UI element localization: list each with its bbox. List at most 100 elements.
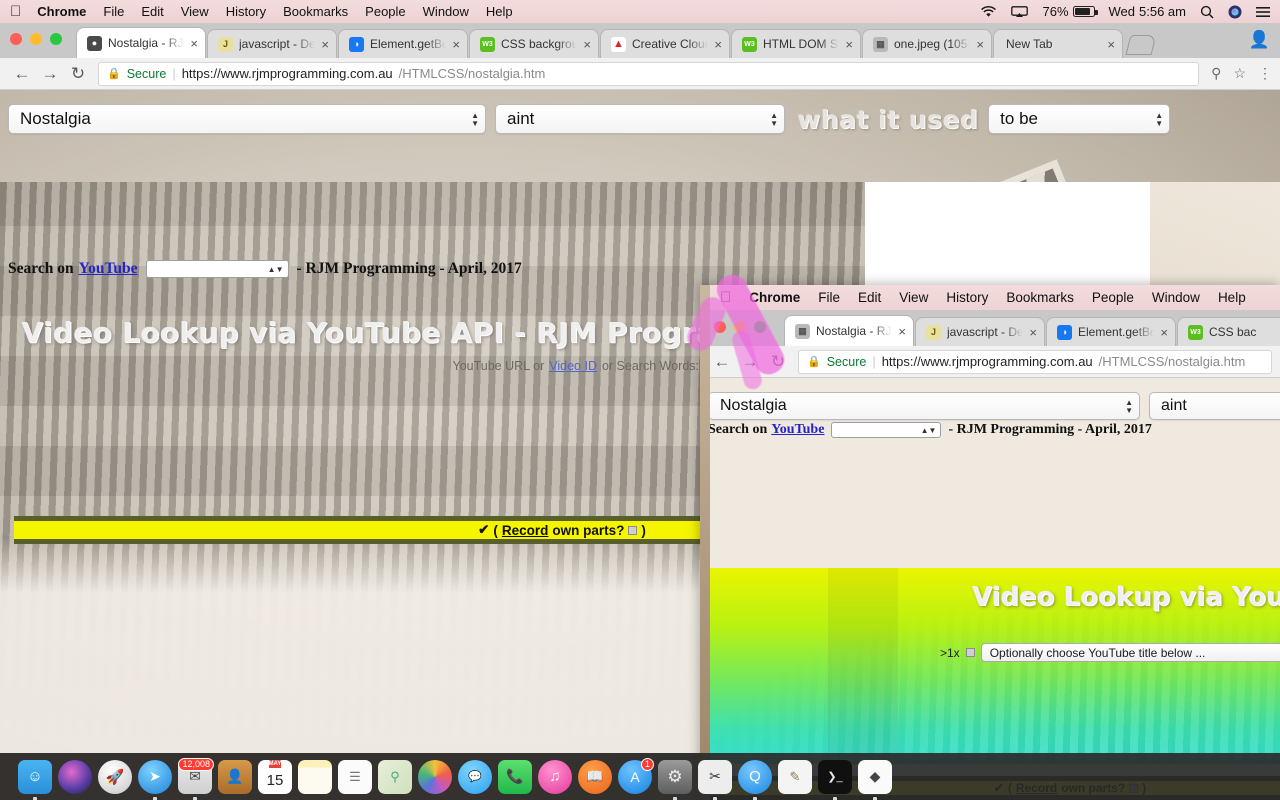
xquartz-icon[interactable]: ✂ xyxy=(698,759,732,800)
close-tab-icon[interactable]: × xyxy=(1107,37,1115,52)
zoom-magnifier-icon[interactable]: ⚲ xyxy=(1211,65,1221,82)
browser-tab[interactable]: New Tab × xyxy=(993,29,1123,58)
maximize-window-button[interactable] xyxy=(50,33,62,45)
safari-icon[interactable]: ➤ xyxy=(138,759,172,800)
close-tab-icon[interactable]: × xyxy=(190,36,198,51)
inner-menubar-item-people[interactable]: People xyxy=(1092,290,1134,305)
close-tab-icon[interactable]: × xyxy=(845,37,853,52)
messages-icon[interactable]: 💬 xyxy=(458,759,492,794)
aint-select[interactable]: aint xyxy=(1149,392,1280,420)
mail-icon[interactable]: ✉ 12,008 xyxy=(178,757,214,800)
close-tab-icon[interactable]: × xyxy=(583,37,591,52)
menubar-item-history[interactable]: History xyxy=(226,4,266,19)
inner-menubar-item-bookmarks[interactable]: Bookmarks xyxy=(1006,290,1074,305)
close-window-button[interactable] xyxy=(714,321,726,333)
inner-menubar-item-file[interactable]: File xyxy=(818,290,840,305)
menubar-item-bookmarks[interactable]: Bookmarks xyxy=(283,4,348,19)
menubar-item-window[interactable]: Window xyxy=(423,4,469,19)
ibooks-icon[interactable]: 📖 xyxy=(578,759,612,794)
browser-tab[interactable]: ◑ Element.getBou × xyxy=(1046,317,1176,346)
reminders-icon[interactable]: ☰ xyxy=(338,759,372,794)
browser-tab[interactable]: ▦ one.jpeg (105× × xyxy=(862,29,992,58)
profile-avatar-icon[interactable]: 👤 xyxy=(1249,30,1270,50)
reload-icon[interactable]: ↻ xyxy=(64,60,92,88)
browser-tab[interactable]: ◑ Element.getBou × xyxy=(338,29,468,58)
back-arrow-icon[interactable]: ← xyxy=(8,60,36,88)
wifi-icon[interactable] xyxy=(980,5,997,18)
apple-icon[interactable]:  xyxy=(720,289,731,306)
close-tab-icon[interactable]: × xyxy=(898,324,906,339)
siri-icon[interactable] xyxy=(1228,5,1242,19)
close-tab-icon[interactable]: × xyxy=(321,37,329,52)
menubar-item-view[interactable]: View xyxy=(181,4,209,19)
inner-menubar-item-history[interactable]: History xyxy=(946,290,988,305)
photos-icon[interactable] xyxy=(418,759,452,794)
reload-icon[interactable]: ↻ xyxy=(764,348,792,376)
inner-address-bar[interactable]: 🔒 Secure | https://www.rjmprogramming.co… xyxy=(798,349,1272,374)
notes-icon[interactable] xyxy=(298,759,332,794)
back-arrow-icon[interactable]: ← xyxy=(708,348,736,376)
browser-tab[interactable]: ▦ Nostalgia - RJM × xyxy=(784,315,914,346)
quicktime-icon[interactable]: Q xyxy=(738,759,772,800)
record-link[interactable]: Record xyxy=(502,523,549,538)
menubar-item-people[interactable]: People xyxy=(365,4,405,19)
chrome-menu-icon[interactable]: ⋮ xyxy=(1258,65,1272,82)
youtube-search-select[interactable]: ▲▼ xyxy=(145,260,289,278)
notification-center-icon[interactable] xyxy=(1256,6,1270,18)
aint-select[interactable]: aint ▲ ▼ xyxy=(495,104,785,134)
close-tab-icon[interactable]: × xyxy=(1029,325,1037,340)
inner-menubar-item-window[interactable]: Window xyxy=(1152,290,1200,305)
battery-status[interactable]: 76% xyxy=(1042,4,1098,19)
calendar-icon[interactable]: MAY 15 xyxy=(258,759,292,794)
multiplier-checkbox[interactable] xyxy=(965,648,975,657)
browser-tab[interactable]: W3 CSS background × xyxy=(469,29,599,58)
browser-tab[interactable]: ▲ Creative Cloud × xyxy=(600,29,730,58)
nostalgia-select[interactable]: Nostalgia ▲ ▼ xyxy=(708,392,1140,420)
record-checkbox[interactable] xyxy=(628,525,638,535)
preview-icon[interactable]: ✎ xyxy=(778,759,812,794)
airplay-icon[interactable] xyxy=(1011,5,1029,18)
youtube-title-input[interactable]: Optionally choose YouTube title below ..… xyxy=(980,643,1280,662)
forward-arrow-icon[interactable]: → xyxy=(736,348,764,376)
close-window-button[interactable] xyxy=(10,33,22,45)
facetime-icon[interactable]: 📞 xyxy=(498,759,532,794)
app-store-icon[interactable]: A 1 xyxy=(618,757,654,794)
nostalgia-select[interactable]: Nostalgia ▲ ▼ xyxy=(8,104,486,134)
maps-icon[interactable]: ⚲ xyxy=(378,759,412,794)
youtube-search-select[interactable]: ▲▼ xyxy=(831,422,942,438)
apple-icon[interactable]:  xyxy=(10,4,21,19)
browser-tab[interactable]: J javascript - Dev × xyxy=(915,317,1045,346)
minimize-window-button[interactable] xyxy=(734,321,746,333)
browser-tab[interactable]: ● Nostalgia - RJM × xyxy=(76,27,206,58)
new-tab-button[interactable] xyxy=(1125,35,1157,55)
bookmark-star-icon[interactable]: ☆ xyxy=(1233,65,1246,82)
launchpad-icon[interactable]: 🚀 xyxy=(98,759,132,794)
menubar-item-edit[interactable]: Edit xyxy=(141,4,163,19)
system-preferences-icon[interactable]: ⚙ xyxy=(658,759,692,800)
close-tab-icon[interactable]: × xyxy=(714,37,722,52)
youtube-link[interactable]: YouTube xyxy=(771,422,824,438)
to-be-select[interactable]: to be ▲ ▼ xyxy=(988,104,1171,134)
video-id-link[interactable]: Video ID xyxy=(549,359,597,373)
menubar-item-file[interactable]: File xyxy=(103,4,124,19)
browser-tab[interactable]: J javascript - Dev × xyxy=(207,29,337,58)
close-tab-icon[interactable]: × xyxy=(1160,325,1168,340)
browser-tab[interactable]: W3 HTML DOM Sty × xyxy=(731,29,861,58)
inner-menubar-item-help[interactable]: Help xyxy=(1218,290,1246,305)
itunes-icon[interactable]: ♫ xyxy=(538,759,572,794)
forward-arrow-icon[interactable]: → xyxy=(36,60,64,88)
close-tab-icon[interactable]: × xyxy=(976,37,984,52)
spotlight-search-icon[interactable] xyxy=(1200,5,1214,19)
browser-tab[interactable]: W3 CSS bac xyxy=(1177,317,1280,346)
terminal-icon[interactable]: ❯_ xyxy=(818,759,852,800)
address-bar[interactable]: 🔒 Secure | https://www.rjmprogramming.co… xyxy=(98,61,1200,86)
close-tab-icon[interactable]: × xyxy=(452,37,460,52)
menubar-item-chrome[interactable]: Chrome xyxy=(37,4,86,19)
menubar-item-help[interactable]: Help xyxy=(486,4,513,19)
inner-menubar-item-view[interactable]: View xyxy=(899,290,928,305)
maximize-window-button[interactable] xyxy=(754,321,766,333)
sketch-icon[interactable]: ◆ xyxy=(858,759,892,800)
inner-menubar-item-edit[interactable]: Edit xyxy=(858,290,881,305)
youtube-link[interactable]: YouTube xyxy=(79,260,138,278)
siri-icon[interactable] xyxy=(58,759,92,794)
